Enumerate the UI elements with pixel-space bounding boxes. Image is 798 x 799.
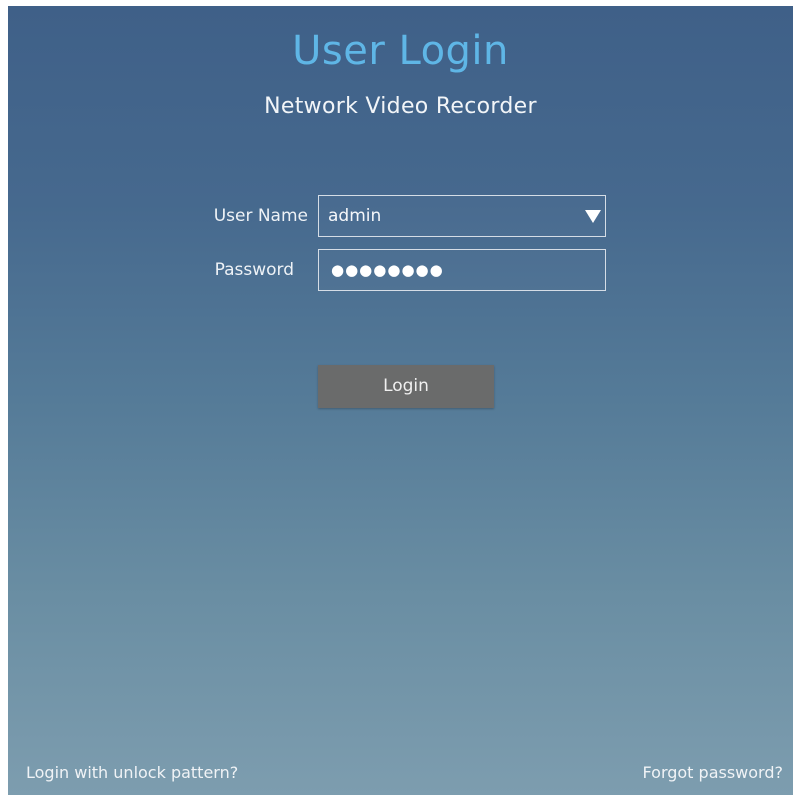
password-label: Password xyxy=(214,260,294,280)
username-label: User Name xyxy=(213,206,308,226)
login-screen: User Login Network Video Recorder User N… xyxy=(8,6,793,795)
username-value: admin xyxy=(328,206,382,226)
chevron-down-icon[interactable] xyxy=(585,210,601,223)
page-subtitle: Network Video Recorder xyxy=(264,94,537,119)
unlock-pattern-link[interactable]: Login with unlock pattern? xyxy=(26,763,238,782)
password-field[interactable]: ●●●●●●●● xyxy=(318,249,606,291)
password-value: ●●●●●●●● xyxy=(331,261,444,279)
username-select[interactable]: admin xyxy=(318,195,606,237)
page-title: User Login xyxy=(292,28,509,74)
login-button[interactable]: Login xyxy=(318,365,494,408)
forgot-password-link[interactable]: Forgot password? xyxy=(643,763,783,782)
